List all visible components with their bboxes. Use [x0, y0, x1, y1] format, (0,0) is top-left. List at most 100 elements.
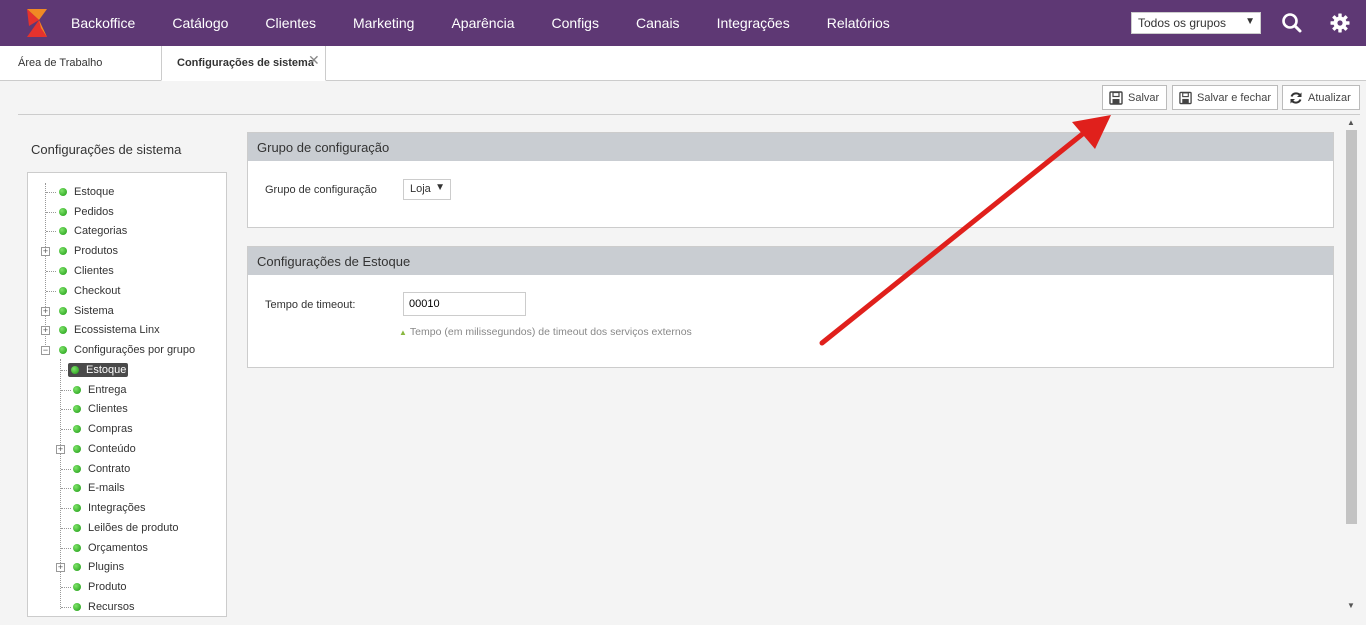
nav-integracoes[interactable]: Integrações: [717, 15, 790, 31]
save-and-close-button[interactable]: Salvar e fechar: [1172, 85, 1278, 110]
tree-subitem-clientes[interactable]: Clientes: [73, 400, 128, 418]
status-dot-icon: [59, 227, 67, 235]
tree-subitem-emails[interactable]: E-mails: [73, 479, 125, 497]
tree-subitem-contrato[interactable]: Contrato: [73, 460, 130, 478]
collapse-icon[interactable]: −: [41, 346, 50, 355]
tree-connector: [61, 488, 71, 489]
tree-item-label: Recursos: [88, 601, 135, 613]
tree-connector: [61, 548, 71, 549]
status-dot-icon: [71, 366, 79, 374]
tree-subitem-compras[interactable]: Compras: [73, 420, 133, 438]
nav-clientes[interactable]: Clientes: [265, 15, 316, 31]
gear-icon[interactable]: [1329, 12, 1351, 34]
tree-item-label: Integrações: [88, 502, 146, 514]
tree-subitem-orcamentos[interactable]: Orçamentos: [73, 539, 148, 557]
tree-item-label: Pedidos: [74, 206, 114, 218]
tree-item-categorias[interactable]: Categorias: [59, 222, 127, 240]
triangle-up-icon: ▲: [399, 328, 407, 337]
nav-canais[interactable]: Canais: [636, 15, 680, 31]
save-and-close-label: Salvar e fechar: [1197, 91, 1271, 104]
tree-connector: [61, 528, 71, 529]
tree-item-label: E-mails: [88, 482, 125, 494]
tree-item-label: Compras: [88, 423, 133, 435]
scrollbar-thumb[interactable]: [1346, 130, 1357, 524]
chevron-down-icon: ▼: [435, 182, 445, 193]
tree-item-label: Contrato: [88, 463, 131, 475]
tab-configuracoes-de-sistema[interactable]: Configurações de sistema: [161, 46, 326, 81]
tree-item-clientes[interactable]: Clientes: [59, 262, 114, 280]
status-dot-icon: [73, 504, 81, 512]
tree-item-estoque[interactable]: Estoque: [59, 183, 114, 201]
tree-item-sistema[interactable]: Sistema: [59, 302, 114, 320]
tree-subitem-conteudo[interactable]: Conteúdo: [73, 440, 136, 458]
tree-item-produtos[interactable]: Produtos: [59, 242, 118, 260]
tab-label: Configurações de sistema: [177, 57, 314, 69]
refresh-button[interactable]: Atualizar: [1282, 85, 1360, 110]
tree-connector: [61, 508, 71, 509]
tree-item-label: Checkout: [74, 285, 121, 297]
expand-icon[interactable]: +: [56, 563, 65, 572]
tree-connector: [61, 469, 71, 470]
expand-icon[interactable]: +: [41, 247, 50, 256]
floppy-disk-icon: [1109, 90, 1123, 105]
tree-subitem-plugins[interactable]: Plugins: [73, 558, 124, 576]
status-dot-icon: [73, 465, 81, 473]
tree-item-pedidos[interactable]: Pedidos: [59, 203, 114, 221]
timeout-input[interactable]: [403, 292, 526, 316]
status-dot-icon: [73, 425, 81, 433]
tree-subitem-estoque[interactable]: Estoque: [68, 361, 129, 379]
close-icon[interactable]: ✕: [308, 52, 320, 69]
expand-icon[interactable]: +: [41, 326, 50, 335]
selected-highlight: Estoque: [68, 363, 129, 377]
tree-connector: [46, 192, 56, 193]
tree-item-label: Configurações por grupo: [74, 344, 196, 356]
tree-item-label: Produto: [88, 581, 127, 593]
tree-connector: [46, 291, 56, 292]
tree-item-label: Clientes: [74, 265, 114, 277]
tree-subitem-recursos[interactable]: Recursos: [73, 598, 134, 616]
nav-relatorios[interactable]: Relatórios: [827, 15, 890, 31]
status-dot-icon: [59, 326, 67, 334]
search-icon[interactable]: [1281, 12, 1303, 34]
group-config-label: Grupo de configuração: [265, 184, 377, 196]
chevron-down-icon: ▼: [1245, 16, 1255, 27]
expand-icon[interactable]: +: [41, 307, 50, 316]
tree-item-label: Conteúdo: [88, 443, 136, 455]
tree-connector: [61, 409, 71, 410]
status-dot-icon: [59, 267, 67, 275]
save-button[interactable]: Salvar: [1102, 85, 1167, 110]
tab-bar: Área de Trabalho Configurações de sistem…: [0, 46, 1366, 81]
status-dot-icon: [73, 603, 81, 611]
tree-item-configuracoes-por-grupo[interactable]: Configurações por grupo: [59, 341, 195, 359]
tree-item-label: Ecossistema Linx: [74, 324, 160, 336]
nav-aparencia[interactable]: Aparência: [451, 15, 514, 31]
nav-configs[interactable]: Configs: [552, 15, 599, 31]
tree-item-label: Estoque: [86, 364, 127, 376]
tree-item-checkout[interactable]: Checkout: [59, 282, 120, 300]
timeout-hint-text: Tempo (em milissegundos) de timeout dos …: [409, 326, 692, 338]
nav-backoffice[interactable]: Backoffice: [71, 15, 135, 31]
status-dot-icon: [73, 524, 81, 532]
status-dot-icon: [73, 386, 81, 394]
tree-subitem-produto[interactable]: Produto: [73, 578, 127, 596]
status-dot-icon: [73, 563, 81, 571]
nav-catalogo[interactable]: Catálogo: [172, 15, 228, 31]
tab-area-de-trabalho[interactable]: Área de Trabalho: [18, 46, 102, 81]
tree-subitem-entrega[interactable]: Entrega: [73, 381, 127, 399]
tree-item-label: Estoque: [74, 186, 115, 198]
tree-item-ecossistema-linx[interactable]: Ecossistema Linx: [59, 321, 160, 339]
status-dot-icon: [73, 405, 81, 413]
app-logo[interactable]: [25, 8, 49, 38]
group-select[interactable]: Todos os grupos ▼: [1131, 12, 1261, 34]
expand-icon[interactable]: +: [56, 445, 65, 454]
tree-connector: [61, 607, 71, 608]
scroll-up-icon[interactable]: ▲: [1347, 118, 1355, 127]
tree-subitem-integracoes[interactable]: Integrações: [73, 499, 145, 517]
tree-item-label: Entrega: [88, 384, 127, 396]
floppy-disk-icon: [1179, 91, 1192, 104]
status-dot-icon: [59, 287, 67, 295]
group-config-select[interactable]: Loja ▼: [403, 179, 451, 200]
tree-subitem-leiloes-de-produto[interactable]: Leilões de produto: [73, 519, 179, 537]
nav-marketing[interactable]: Marketing: [353, 15, 414, 31]
scroll-down-icon[interactable]: ▼: [1347, 601, 1355, 610]
